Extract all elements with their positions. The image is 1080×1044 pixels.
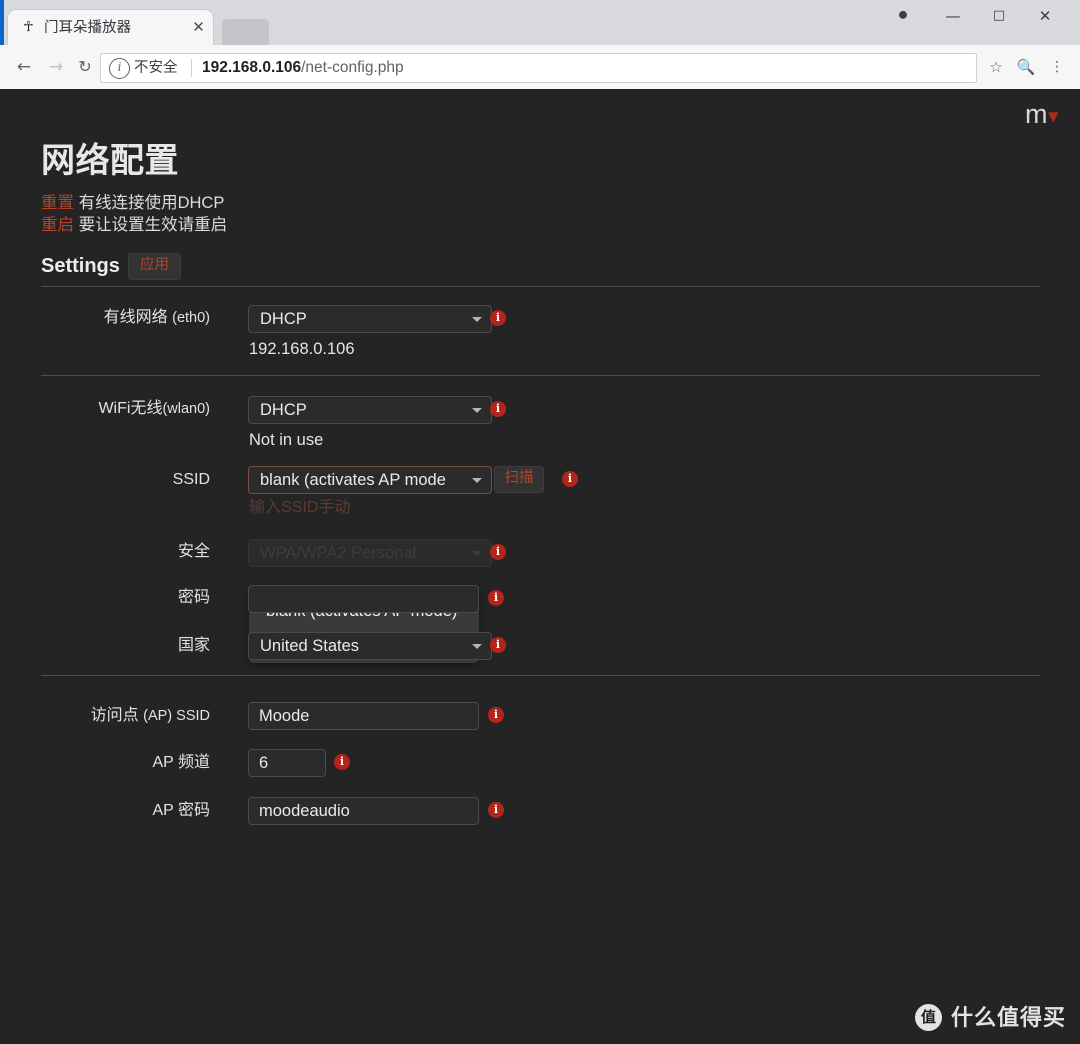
reboot-text: 要让设置生效请重启 [78,216,228,234]
extension-magnifier-icon[interactable]: 🔍 [1015,56,1037,78]
reset-text: 有线连接使用DHCP [78,194,225,212]
country-info-icon[interactable]: i [490,637,506,653]
label-wlan0-dim: (wlan0) [162,401,210,417]
wlan0-status: Not in use [249,431,324,449]
ap-channel-info-icon[interactable]: i [334,754,350,770]
url-host: 192.168.0.106 [202,59,302,76]
country-select[interactable]: United States [248,632,492,660]
ssid-manual-hint: 输入SSID手动 [249,499,351,516]
label-security: 安全 [177,543,210,560]
wlan0-info-icon[interactable]: i [490,401,506,417]
password-info-icon[interactable]: i [488,590,504,606]
eth0-info-icon[interactable]: i [490,310,506,326]
ap-ssid-input[interactable]: Moode [248,702,479,730]
ssid-select-value: blank (activates AP mode [260,471,446,489]
url-path: /net-config.php [301,59,404,76]
profile-icon[interactable]: ⚫ [880,0,926,32]
ssid-info-icon[interactable]: i [562,471,578,487]
label-ap-password: AP 密码 [152,802,210,819]
label-wlan0: WiFi无线(wlan0) [0,398,210,420]
ap-password-input[interactable]: moodeaudio [248,797,479,825]
page-title: 网络配置 [41,142,179,180]
bookmark-star-icon[interactable]: ☆ [985,56,1007,78]
label-ap-ssid-main: 访问点 [90,707,139,724]
back-arrow-icon[interactable]: ← [12,55,36,79]
eth0-mode-select[interactable]: DHCP [248,305,492,333]
label-eth0-main: 有线网络 [103,309,168,326]
chevron-down-icon [472,408,482,413]
three-dot-menu-icon[interactable]: ⋮ [1046,56,1068,78]
close-icon[interactable]: ✕ [1022,0,1068,32]
label-ap-ssid-dim: (AP) SSID [143,708,210,724]
ap-channel-input[interactable]: 6 [248,749,326,777]
divider-bottom [41,675,1040,676]
scan-button[interactable]: 扫描 [494,466,544,493]
notice-reset: 重置 有线连接使用DHCP [41,192,224,214]
window-accent-bar [0,0,4,45]
wlan0-mode-value: DHCP [260,401,307,419]
minimize-icon[interactable]: — [930,0,976,32]
tab-title: 门耳朵播放器 [44,20,131,36]
divider-middle [41,375,1040,376]
chevron-down-icon[interactable]: ▾ [1048,105,1059,128]
screenshot-root: ☥ 门耳朵播放器 ✕ ⚫ — □ ✕ ← → ↻ i 不安全 192.168.0… [0,0,1080,1044]
address-bar[interactable]: i 不安全 192.168.0.106/net-config.php [100,53,977,83]
ap-password-info-icon[interactable]: i [488,802,504,818]
chevron-down-icon [472,644,482,649]
label-ssid: SSID [172,471,210,488]
reload-icon[interactable]: ↻ [73,55,97,79]
eth0-status: 192.168.0.106 [249,340,355,358]
apply-button[interactable]: 应用 [128,253,181,280]
moode-logo[interactable]: m▾ [1024,99,1059,129]
watermark-badge: 值 [914,1003,942,1031]
chevron-down-icon [472,478,482,483]
window-controls: ⚫ — □ ✕ [880,0,1080,32]
maximize-icon[interactable]: □ [976,0,1022,32]
watermark: 值 什么值得买 [914,1002,1066,1032]
security-select[interactable]: WPA/WPA2 Personal [248,539,492,567]
info-circle-icon[interactable]: i [109,58,130,79]
label-ap-channel: AP 频道 [152,754,210,771]
eth0-mode-value: DHCP [260,310,307,328]
forward-arrow-icon: → [48,57,64,77]
browser-tab[interactable]: ☥ 门耳朵播放器 ✕ [8,10,213,45]
watermark-text: 什么值得买 [950,1004,1066,1030]
ssid-select[interactable]: blank (activates AP mode [248,466,492,494]
label-country: 国家 [177,637,210,654]
label-ap-ssid: 访问点 (AP) SSID [0,705,210,727]
security-select-value: WPA/WPA2 Personal [260,544,417,562]
label-eth0: 有线网络 (eth0) [0,307,210,329]
country-select-value: United States [260,637,360,655]
new-tab-ghost[interactable] [222,19,269,45]
divider-top [41,286,1040,287]
reset-link[interactable]: 重置 [41,194,74,212]
wlan0-mode-select[interactable]: DHCP [248,396,492,424]
ap-ssid-info-icon[interactable]: i [488,707,504,723]
tab-close-icon[interactable]: ✕ [190,19,207,36]
label-wlan0-main: WiFi无线 [98,400,163,417]
browser-toolbar: ← → ↻ i 不安全 192.168.0.106/net-config.php… [0,45,1080,90]
browser-tab-strip: ☥ 门耳朵播放器 ✕ ⚫ — □ ✕ [0,0,1080,45]
password-input[interactable] [248,585,479,613]
reboot-link[interactable]: 重启 [41,216,74,234]
address-bar-url: 192.168.0.106/net-config.php [202,58,404,78]
label-eth0-dim: (eth0) [172,310,210,326]
chevron-down-icon [472,317,482,322]
notice-reboot: 重启 要让设置生效请重启 [41,214,227,236]
security-label: 不安全 [134,60,178,76]
settings-heading: Settings [41,255,120,277]
security-info-icon[interactable]: i [490,544,506,560]
moode-favicon: ☥ [23,19,34,35]
chevron-down-icon [472,551,482,556]
label-password: 密码 [177,589,210,606]
omnibox-divider [191,59,192,77]
moode-page: m▾ 网络配置 重置 有线连接使用DHCP 重启 要让设置生效请重启 Setti… [0,89,1080,1044]
logo-text: m [1024,99,1048,129]
